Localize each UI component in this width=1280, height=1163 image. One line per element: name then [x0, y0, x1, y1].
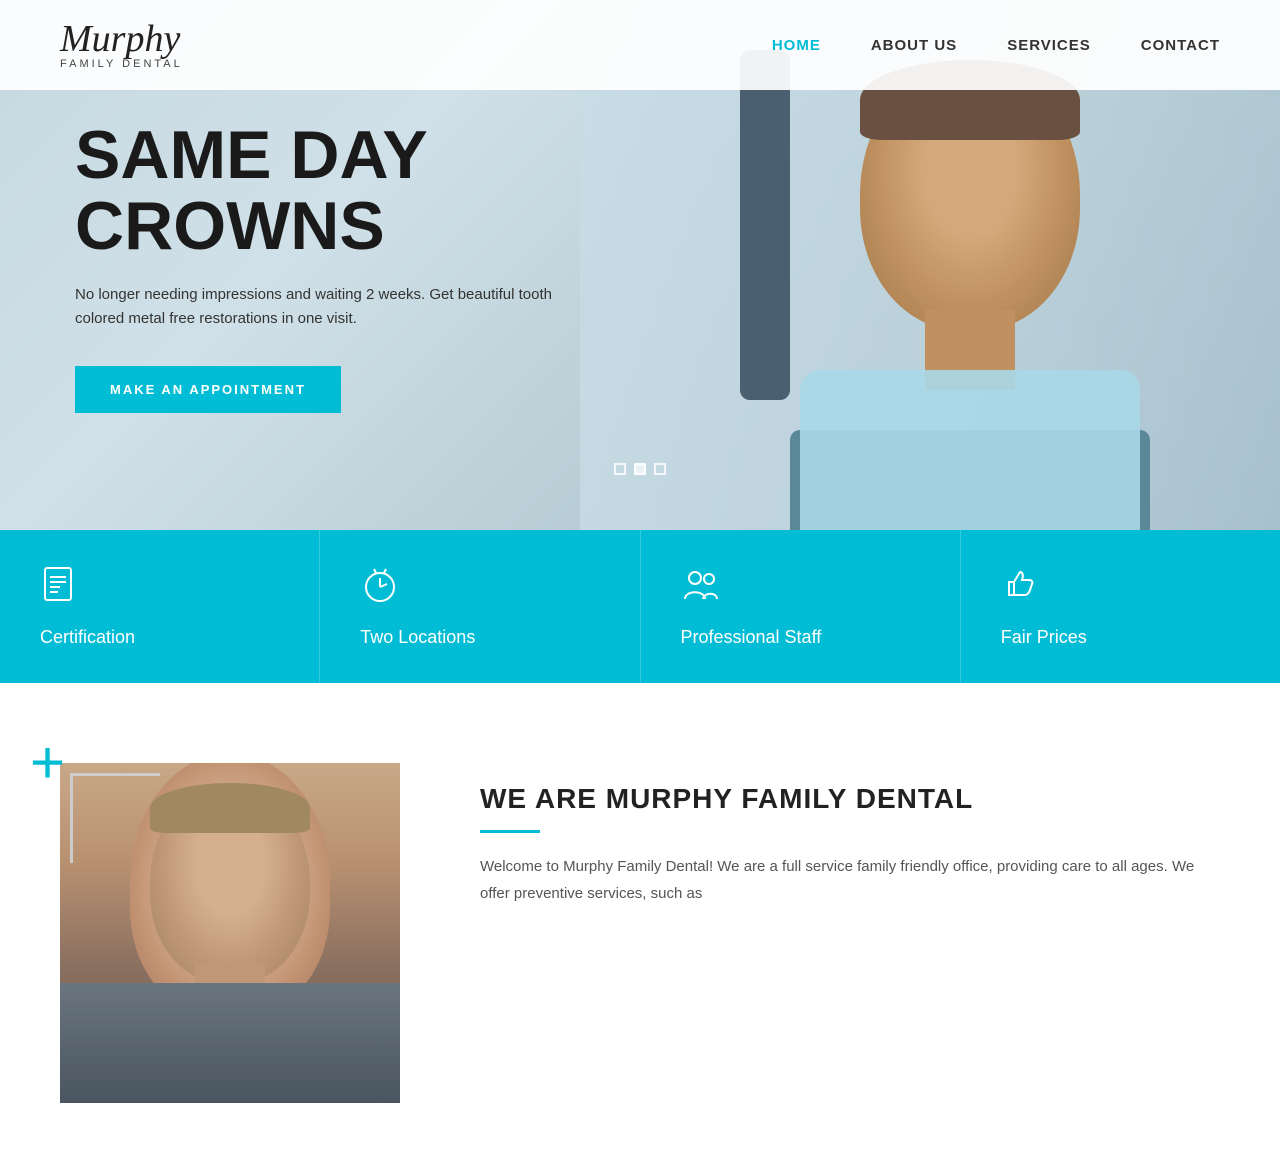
fair-prices-icon	[1001, 565, 1041, 612]
certification-label: Certification	[40, 627, 135, 648]
bracket-decoration	[70, 773, 160, 863]
slider-dots	[614, 463, 666, 475]
logo: Murphy Family Dental	[60, 20, 183, 70]
logo-sub: Family Dental	[60, 58, 183, 70]
feature-certification: Certification	[0, 530, 320, 683]
slider-dot-3[interactable]	[654, 463, 666, 475]
hero-subtitle: No longer needing impressions and waitin…	[75, 283, 555, 331]
main-nav: HOME ABOUT US SERVICES CONTACT	[772, 37, 1220, 54]
nav-item-about[interactable]: ABOUT US	[871, 37, 957, 54]
slider-dot-2[interactable]	[634, 463, 646, 475]
feature-professional-staff: Professional Staff	[641, 530, 961, 683]
about-text: Welcome to Murphy Family Dental! We are …	[480, 853, 1220, 907]
about-content: WE ARE MURPHY FAMILY DENTAL Welcome to M…	[480, 763, 1220, 907]
certification-icon	[40, 565, 80, 612]
plus-decoration: +	[30, 733, 65, 793]
about-image-area: +	[60, 763, 400, 1103]
professional-staff-icon	[681, 565, 721, 612]
about-title: WE ARE MURPHY FAMILY DENTAL	[480, 783, 1220, 815]
appointment-button[interactable]: MAKE AN APPOINTMENT	[75, 366, 341, 413]
nav-item-home[interactable]: HOME	[772, 37, 821, 54]
logo-script: Murphy	[60, 20, 183, 58]
professional-staff-label: Professional Staff	[681, 627, 822, 648]
feature-fair-prices: Fair Prices	[961, 530, 1280, 683]
two-locations-label: Two Locations	[360, 627, 475, 648]
about-section: + WE ARE MURPHY FAMILY DENTAL Welcome to…	[0, 683, 1280, 1163]
header: Murphy Family Dental HOME ABOUT US SERVICE…	[0, 0, 1280, 90]
slider-dot-1[interactable]	[614, 463, 626, 475]
two-locations-icon	[360, 565, 400, 612]
nav-item-contact[interactable]: CONTACT	[1141, 37, 1220, 54]
about-divider	[480, 830, 540, 833]
nav-item-services[interactable]: SERVICES	[1007, 37, 1091, 54]
hero-title: SAME DAY CROWNS	[75, 120, 1280, 263]
feature-two-locations: Two Locations	[320, 530, 640, 683]
fair-prices-label: Fair Prices	[1001, 627, 1087, 648]
features-bar: Certification Two Locations Professional…	[0, 530, 1280, 683]
